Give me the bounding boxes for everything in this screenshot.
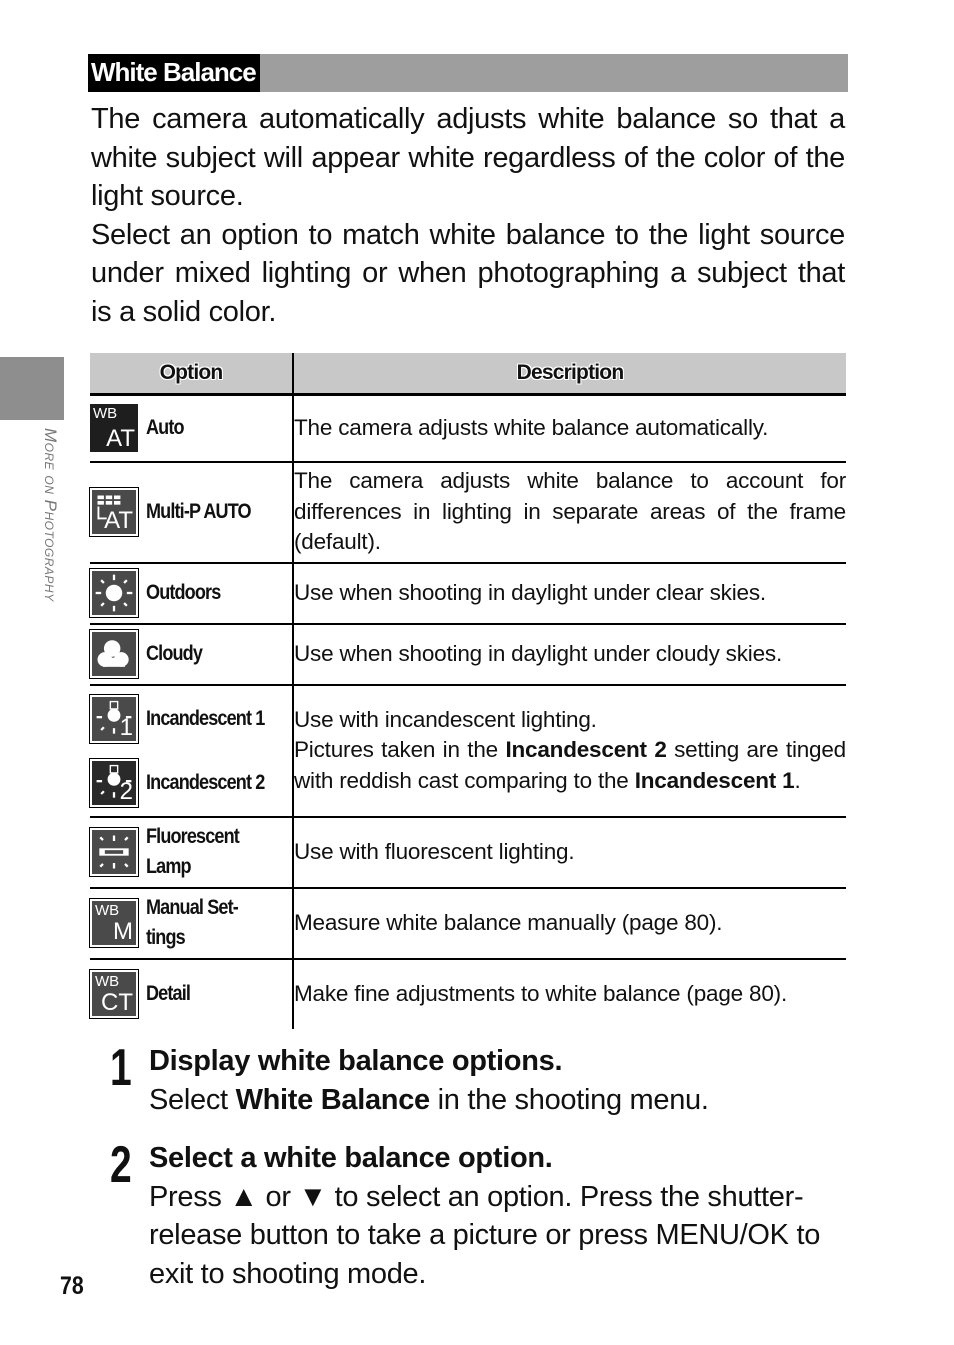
intro-paragraph: Select an option to match white balance … <box>91 218 845 328</box>
section-header-bar: White Balance <box>88 54 848 92</box>
option-description: Use when shooting in daylight under clou… <box>293 623 846 686</box>
option-name: Fluorescent Lamp <box>146 825 240 878</box>
wb-detail-icon: WB CT <box>89 969 139 1019</box>
step-text: Select White Balance in the shooting men… <box>149 1083 709 1116</box>
option-name: Cloudy <box>146 642 203 665</box>
option-description: The camera adjusts white balance automat… <box>293 394 846 463</box>
column-header-option: Option <box>90 353 294 396</box>
option-description: Use when shooting in daylight under clea… <box>293 562 846 625</box>
option-description: Use with incandescent lighting. Pictures… <box>293 684 846 818</box>
table-header-row: Option Description <box>90 353 846 396</box>
table-row: 1 Incandescent 1 2 Incandescent 2 Use wi… <box>89 684 846 818</box>
column-header-description: Description <box>293 353 846 396</box>
option-description: The camera adjusts white balance to acco… <box>293 461 846 564</box>
multi-p-auto-icon: AT <box>89 487 139 537</box>
up-arrow-icon: ▲ <box>229 1180 258 1213</box>
option-name: Auto <box>146 416 185 440</box>
step-number: 1 <box>110 1039 132 1097</box>
option-name: Multi-P AUTO <box>146 500 252 523</box>
option-description: Measure white balance manually (page 80)… <box>293 887 846 960</box>
white-balance-options-table: Option Description WB AT Auto The camera… <box>89 353 846 1029</box>
down-arrow-icon: ▼ <box>298 1180 328 1213</box>
cloud-icon <box>89 629 139 679</box>
menu-ok-button-label: MENU/OK <box>655 1219 789 1251</box>
table-row: AT Multi-P AUTO The camera adjusts white… <box>89 461 846 564</box>
wb-auto-icon: WB AT <box>90 404 138 453</box>
table-row: Outdoors Use when shooting in daylight u… <box>89 562 846 625</box>
option-name: Outdoors <box>146 581 221 604</box>
wb-manual-icon: WB M <box>89 898 139 948</box>
option-description: Use with fluorescent lighting. <box>293 816 846 889</box>
incandescent-1-icon: 1 <box>89 693 139 744</box>
table-row: Cloudy Use when shooting in daylight und… <box>89 623 846 686</box>
step-number: 2 <box>110 1136 132 1194</box>
step-heading: Select a white balance option. <box>149 1142 553 1174</box>
section-title: White Balance <box>88 54 260 92</box>
table-row: WB AT Auto The camera adjusts white bala… <box>90 394 846 463</box>
step-heading: Display white balance options. <box>149 1045 563 1077</box>
menu-item-reference: White Balance <box>235 1083 431 1116</box>
fluorescent-icon <box>89 827 139 877</box>
intro-paragraph: The camera automatically adjusts white b… <box>91 103 845 212</box>
option-name: Detail <box>146 982 191 1005</box>
option-name: Manual Set- tings <box>146 896 239 949</box>
side-tab-marker <box>0 357 64 420</box>
intro-text: The camera automatically adjusts white b… <box>91 100 845 331</box>
option-name: Incandescent 1 <box>146 706 265 730</box>
step-text: Press ▲ or ▼ to select an option. Press … <box>149 1180 821 1290</box>
table-row: Fluorescent Lamp Use with fluorescent li… <box>89 816 846 889</box>
page-number: 78 <box>60 1272 84 1300</box>
incandescent-2-icon: 2 <box>89 757 139 808</box>
option-description: Make fine adjustments to white balance (… <box>294 980 787 1006</box>
table-row: WB M Manual Set- tings Measure white bal… <box>89 887 846 960</box>
sun-icon <box>89 568 139 618</box>
table-row: WB CT Detail Make fine adjustments to wh… <box>89 958 846 1029</box>
option-name: Incandescent 2 <box>146 770 265 794</box>
side-chapter-label: More on Photography <box>41 428 60 602</box>
